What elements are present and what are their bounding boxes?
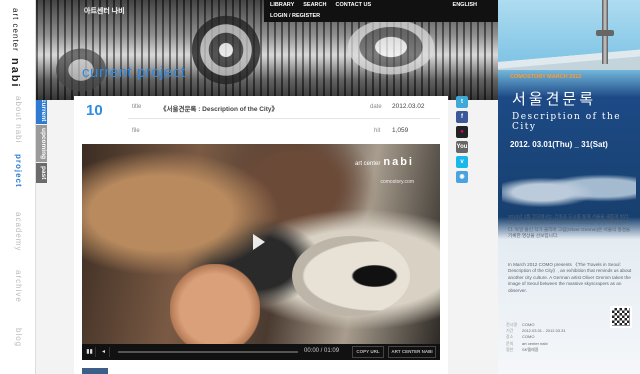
poster-clouds xyxy=(502,166,636,210)
project-submenu: current upcoming past xyxy=(36,96,47,184)
brand-line2: nabi xyxy=(9,58,21,89)
video-player[interactable]: art center nabi comostory.com xyxy=(82,144,440,360)
qr-code[interactable] xyxy=(610,306,632,328)
submenu-current[interactable]: current xyxy=(36,96,47,125)
watermark-line1: art center xyxy=(355,161,381,167)
video-frame-hand xyxy=(170,264,260,354)
nav-contact[interactable]: CONTACT US xyxy=(335,0,371,11)
poster-subtitle: COMOSTORY MARCH 2012 xyxy=(510,74,582,80)
rss-icon[interactable]: ◉ xyxy=(456,171,468,183)
event-poster[interactable]: COMOSTORY MARCH 2012 서울견문록 Description o… xyxy=(498,0,640,374)
top-nav: LIBRARY SEARCH CONTACT US ENGLISH LOGIN … xyxy=(264,0,498,22)
copy-url-button[interactable]: COPY URL xyxy=(352,346,384,358)
poster-title-ko: 서울견문록 xyxy=(512,90,597,108)
menu-item-archive[interactable]: archive xyxy=(8,270,28,328)
video-controls: ▮▮ ◂ 00:00 / 01:09 COPY URL ART CENTER N… xyxy=(82,344,440,360)
hit-count: 1,059 xyxy=(392,127,409,134)
main-menu: current about nabi project academy archi… xyxy=(8,96,30,374)
brand-logo[interactable]: art center nabi xyxy=(9,8,29,89)
divider xyxy=(128,118,440,119)
title-label: title xyxy=(132,104,142,110)
post-number: 10 xyxy=(86,102,103,119)
play-icon[interactable] xyxy=(253,234,265,250)
poster-mountains xyxy=(498,48,640,70)
poster-title-en: Description of the City xyxy=(512,112,622,132)
banner-art xyxy=(186,10,266,90)
volume-icon[interactable]: ◂ xyxy=(98,347,110,357)
video-time: 00:00 / 01:09 xyxy=(304,348,340,354)
nav-login-register[interactable]: LOGIN / REGISTER xyxy=(270,11,489,22)
poster-info-table: 전시명 COMO 기간 2012.03.01 - 2012.03.31 장소 COMO… xyxy=(506,322,606,353)
post-card: 10 title 《서울견문록 : Description of the Cit… xyxy=(74,96,448,374)
sidebar: art center nabi current about nabi proje… xyxy=(0,0,36,374)
menu-item-about[interactable]: about nabi xyxy=(8,96,28,154)
poster-text-ko: 2012년 3월 코모에서는 건축과 도시를 통해 서울을 새롭게 바라보는 《… xyxy=(508,214,631,239)
vimeo-icon[interactable]: v xyxy=(456,156,468,168)
header-banner: 아트센터 나비 LIBRARY SEARCH CONTACT US ENGLIS… xyxy=(36,0,498,100)
file-label: file xyxy=(132,128,140,134)
watermark-line3: comostory.com xyxy=(380,179,414,185)
video-frame-lens xyxy=(292,236,410,316)
watermark-line2: nabi xyxy=(383,156,414,168)
channel-button[interactable]: ART CENTER NABI xyxy=(388,346,436,358)
post-title: 《서울견문록 : Description of the City》 xyxy=(160,106,279,113)
thumbnail[interactable] xyxy=(82,368,108,374)
submenu-upcoming[interactable]: upcoming xyxy=(36,125,47,163)
brand-text: art center nabi xyxy=(9,8,21,89)
hit-label: hit xyxy=(374,128,381,134)
menu-item-project[interactable]: project xyxy=(8,154,28,212)
twitter-icon[interactable]: t xyxy=(456,96,468,108)
submenu-past[interactable]: past xyxy=(36,163,47,183)
site-logo[interactable]: 아트센터 나비 xyxy=(84,6,125,16)
youtube-icon[interactable]: You xyxy=(456,141,468,153)
brand-line1: art center xyxy=(11,8,20,52)
banner-art xyxy=(336,12,446,82)
nav-search[interactable]: SEARCH xyxy=(303,0,326,11)
poster-text-en: In March 2012 COMO presents 《The Travels… xyxy=(508,262,632,293)
post-date: 2012.03.02 xyxy=(392,103,425,110)
menu-item-blog[interactable]: blog xyxy=(8,328,28,374)
facebook-icon[interactable]: f xyxy=(456,111,468,123)
page-title: current project xyxy=(82,64,186,81)
poster-tower-top xyxy=(596,30,614,36)
nav-language[interactable]: ENGLISH xyxy=(453,0,477,11)
poster-info-row: 협찬 SK텔레콤 xyxy=(506,346,539,352)
poster-date: 2012. 03.01(Thu) _ 31(Sat) xyxy=(510,140,608,149)
flickr-icon[interactable]: ● xyxy=(456,126,468,138)
menu-item-academy[interactable]: academy xyxy=(8,212,28,270)
video-watermark: art center nabi comostory.com xyxy=(355,152,414,188)
social-links: t f ● You v ◉ xyxy=(456,96,470,186)
nav-library[interactable]: LIBRARY xyxy=(270,0,294,11)
progress-bar[interactable] xyxy=(118,351,298,353)
date-label: date xyxy=(370,104,382,110)
play-pause-icon[interactable]: ▮▮ xyxy=(84,347,96,357)
